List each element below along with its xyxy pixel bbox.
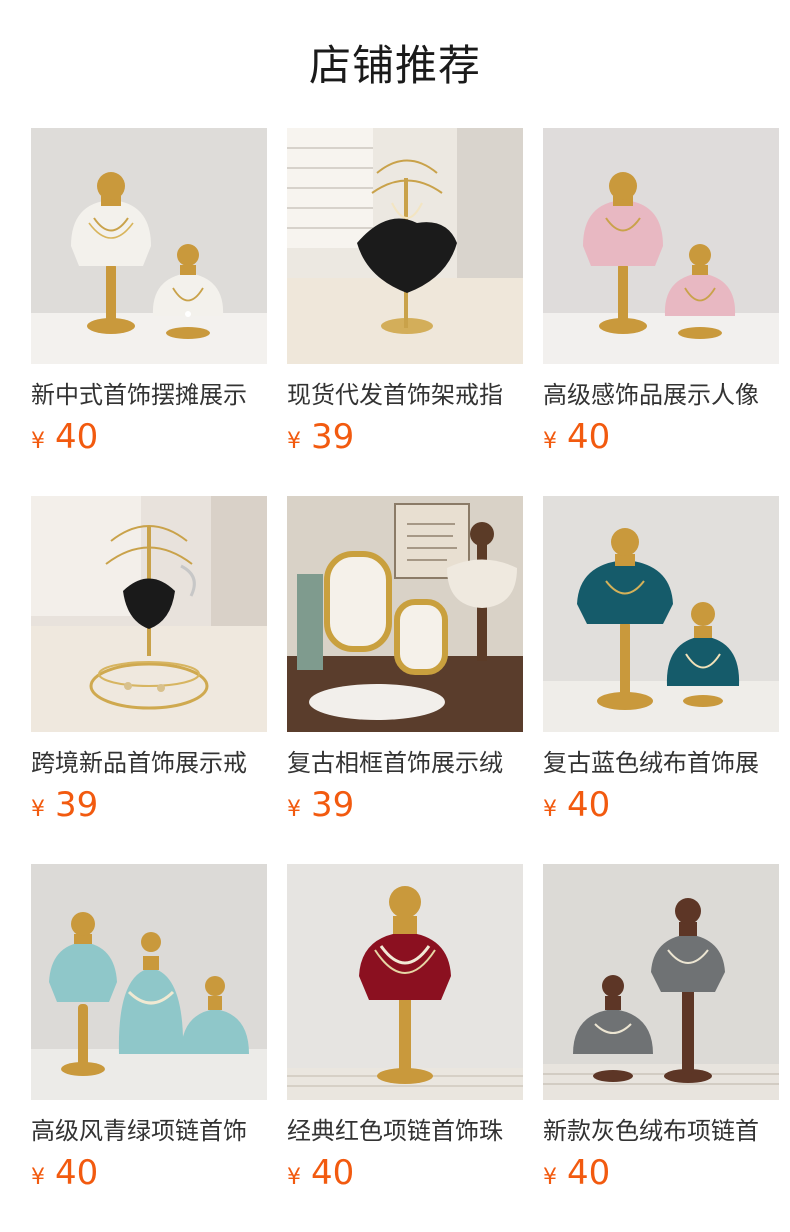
product-title[interactable]: 复古蓝色绒布首饰展	[543, 743, 779, 783]
product-price: ¥39	[287, 783, 523, 827]
currency-symbol: ¥	[543, 797, 557, 822]
product-image[interactable]	[543, 128, 779, 364]
currency-symbol: ¥	[543, 1165, 557, 1190]
product-price: ¥39	[31, 783, 267, 827]
product-card-1[interactable]: 新中式首饰摆摊展示 ¥40	[31, 128, 267, 458]
product-title[interactable]: 高级感饰品展示人像	[543, 375, 779, 415]
currency-symbol: ¥	[287, 797, 301, 822]
currency-symbol: ¥	[31, 797, 45, 822]
product-card-3[interactable]: 高级感饰品展示人像 ¥40	[543, 128, 779, 458]
product-image[interactable]	[287, 864, 523, 1100]
currency-symbol: ¥	[543, 429, 557, 454]
product-title[interactable]: 经典红色项链首饰珠	[287, 1111, 523, 1151]
price-value: 39	[311, 417, 355, 457]
price-value: 40	[567, 1153, 611, 1193]
product-image[interactable]	[543, 496, 779, 732]
currency-symbol: ¥	[287, 1165, 301, 1190]
currency-symbol: ¥	[31, 429, 45, 454]
product-card-2[interactable]: 现货代发首饰架戒指 ¥39	[287, 128, 523, 458]
product-card-7[interactable]: 高级风青绿项链首饰 ¥40	[31, 864, 267, 1194]
product-title[interactable]: 复古相框首饰展示绒	[287, 743, 523, 783]
product-card-8[interactable]: 经典红色项链首饰珠 ¥40	[287, 864, 523, 1194]
product-title[interactable]: 新中式首饰摆摊展示	[31, 375, 267, 415]
product-image[interactable]	[543, 864, 779, 1100]
currency-symbol: ¥	[287, 429, 301, 454]
product-image[interactable]	[287, 496, 523, 732]
price-value: 40	[311, 1153, 355, 1193]
product-price: ¥40	[543, 415, 779, 459]
price-value: 39	[55, 785, 99, 825]
price-value: 40	[567, 417, 611, 457]
price-value: 39	[311, 785, 355, 825]
product-price: ¥40	[543, 1151, 779, 1195]
product-title[interactable]: 跨境新品首饰展示戒	[31, 743, 267, 783]
product-image[interactable]	[31, 864, 267, 1100]
product-title[interactable]: 现货代发首饰架戒指	[287, 375, 523, 415]
product-image[interactable]	[31, 128, 267, 364]
product-price: ¥40	[287, 1151, 523, 1195]
page-title: 店铺推荐	[308, 41, 481, 90]
product-price: ¥40	[31, 1151, 267, 1195]
price-value: 40	[567, 785, 611, 825]
product-price: ¥40	[543, 783, 779, 827]
price-value: 40	[55, 1153, 99, 1193]
product-image[interactable]	[31, 496, 267, 732]
product-title[interactable]: 高级风青绿项链首饰	[31, 1111, 267, 1151]
currency-symbol: ¥	[31, 1165, 45, 1190]
product-card-6[interactable]: 复古蓝色绒布首饰展 ¥40	[543, 496, 779, 826]
product-card-9[interactable]: 新款灰色绒布项链首 ¥40	[543, 864, 779, 1194]
product-card-5[interactable]: 复古相框首饰展示绒 ¥39	[287, 496, 523, 826]
product-price: ¥40	[31, 415, 267, 459]
product-card-4[interactable]: 跨境新品首饰展示戒 ¥39	[31, 496, 267, 826]
product-price: ¥39	[287, 415, 523, 459]
price-value: 40	[55, 417, 99, 457]
product-title[interactable]: 新款灰色绒布项链首	[543, 1111, 779, 1151]
product-image[interactable]	[287, 128, 523, 364]
